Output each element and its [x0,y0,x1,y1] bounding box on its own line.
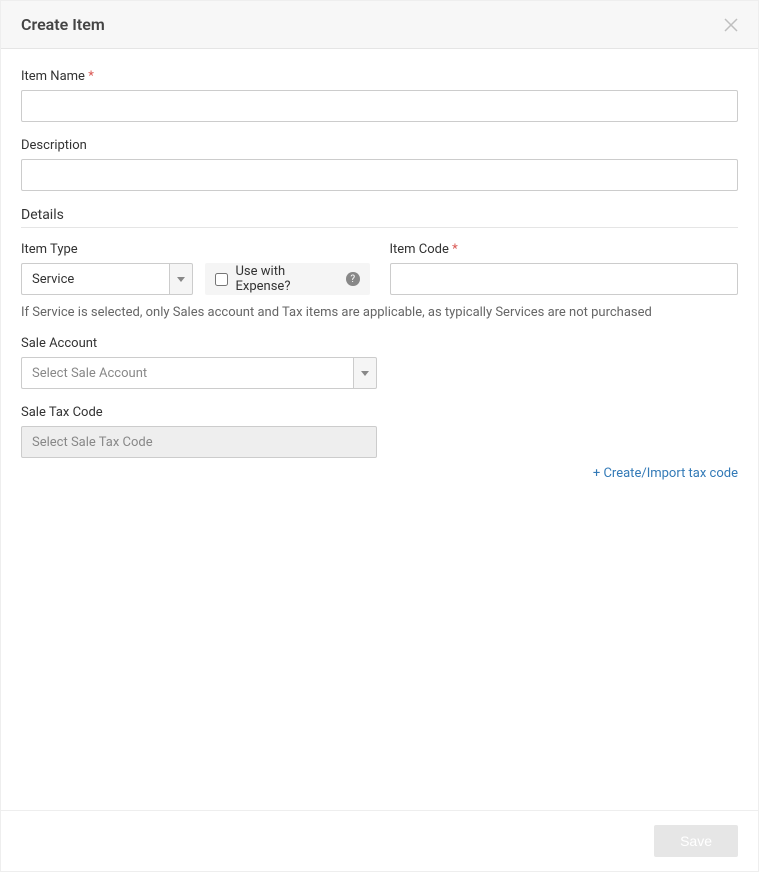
modal-header: Create Item [1,1,758,49]
sale-account-dropdown-button[interactable] [353,357,377,389]
close-icon[interactable] [724,18,738,32]
modal-title: Create Item [21,15,105,34]
description-label: Description [21,138,738,153]
item-type-select[interactable]: Service [21,263,193,295]
use-with-expense-label: Use with Expense? [236,264,340,294]
service-hint: If Service is selected, only Sales accou… [21,305,738,320]
sale-tax-code-field: Sale Tax Code Select Sale Tax Code [21,405,738,458]
create-import-tax-code-link[interactable]: + Create/Import tax code [21,466,738,481]
sale-tax-code-label: Sale Tax Code [21,405,738,420]
sale-tax-code-placeholder: Select Sale Tax Code [32,435,153,450]
required-marker: * [452,242,458,257]
item-type-dropdown-button[interactable] [169,263,193,295]
use-with-expense-box: Use with Expense? ? [205,263,370,295]
save-button[interactable]: Save [654,825,738,857]
create-item-modal: Create Item Item Name * Description Deta… [0,0,759,872]
item-type-label: Item Type [21,242,370,257]
modal-footer: Save [1,810,758,871]
item-code-label: Item Code * [390,242,739,257]
description-field: Description [21,138,738,191]
item-name-label: Item Name * [21,69,738,84]
item-code-label-text: Item Code [390,242,449,257]
sale-account-select[interactable]: Select Sale Account [21,357,377,389]
item-type-selected: Service [21,263,169,295]
sale-account-field: Sale Account Select Sale Account [21,336,738,389]
chevron-down-icon [177,277,185,282]
item-type-col: Item Type Service Use with Expense? ? [21,242,370,295]
description-input[interactable] [21,159,738,191]
sale-tax-code-select[interactable]: Select Sale Tax Code [21,426,377,458]
help-icon[interactable]: ? [346,272,360,286]
sale-account-placeholder: Select Sale Account [21,357,353,389]
item-code-col: Item Code * [390,242,739,295]
item-name-field: Item Name * [21,69,738,122]
required-marker: * [88,69,94,84]
sale-account-label: Sale Account [21,336,738,351]
details-section-header: Details [21,207,738,228]
item-code-input[interactable] [390,263,739,295]
item-name-input[interactable] [21,90,738,122]
modal-body: Item Name * Description Details Item Typ… [1,49,758,810]
item-name-label-text: Item Name [21,69,85,84]
use-with-expense-checkbox[interactable] [215,273,228,286]
chevron-down-icon [361,371,369,376]
type-code-row: Item Type Service Use with Expense? ? [21,242,738,295]
